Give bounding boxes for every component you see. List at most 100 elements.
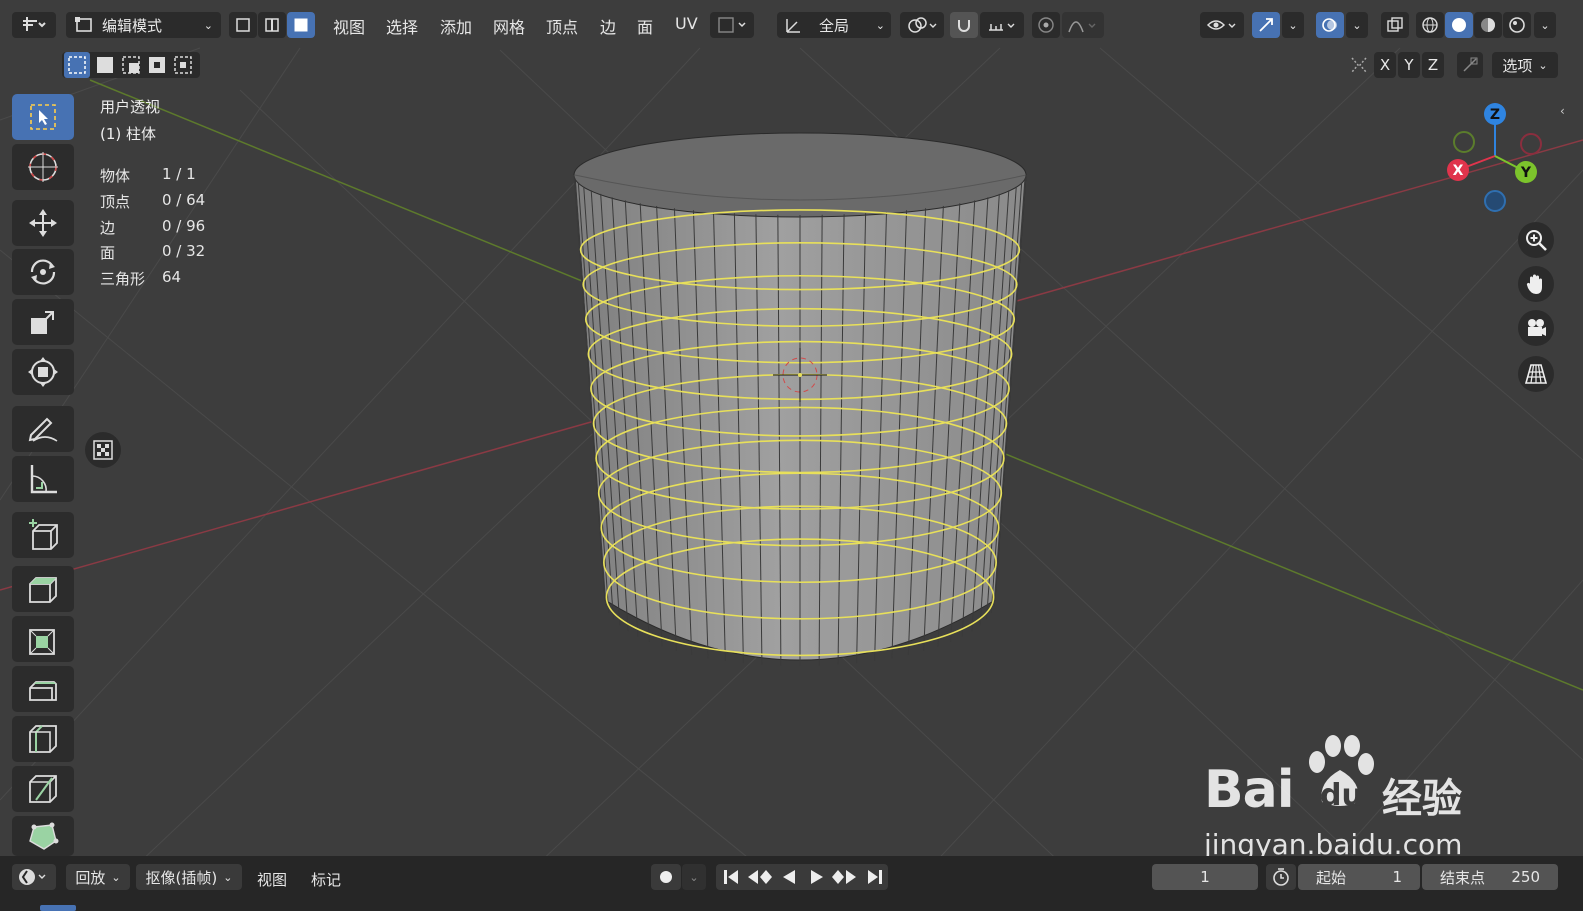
menu-vertex[interactable]: 顶点 — [546, 14, 578, 38]
options-dropdown[interactable]: 选项 ⌄ — [1492, 52, 1558, 78]
cursor-tool[interactable] — [12, 144, 74, 190]
timeline-view-menu[interactable]: 视图 — [257, 869, 287, 890]
solid-shading-button[interactable] — [1445, 12, 1473, 38]
box-select-subtract-icon[interactable] — [118, 52, 144, 78]
box-select-extend-icon[interactable] — [92, 52, 118, 78]
play-icon[interactable] — [804, 864, 830, 890]
auto-merge-button[interactable] — [1457, 52, 1483, 78]
select-mode-group — [229, 12, 315, 38]
pan-button[interactable] — [1518, 266, 1554, 302]
shading-dropdown[interactable]: ⌄ — [1534, 12, 1556, 38]
bevel-icon — [29, 681, 57, 701]
select-box-tool[interactable] — [12, 94, 74, 140]
vertex-select-icon — [236, 18, 250, 32]
material-shading-button[interactable] — [1474, 12, 1502, 38]
stat-row: 面 0 / 32 — [100, 242, 205, 263]
loop-cut-tool[interactable] — [12, 716, 74, 762]
knife-tool[interactable] — [12, 766, 74, 812]
zoom-button[interactable] — [1518, 222, 1554, 258]
playback-controls — [716, 864, 888, 890]
menu-edge[interactable]: 边 — [600, 14, 616, 38]
gizmo-toggle[interactable] — [1252, 12, 1280, 38]
playback-dropdown[interactable]: 回放 ⌄ — [66, 864, 130, 890]
camera-view-button[interactable] — [1518, 310, 1554, 346]
mirror-y-button[interactable]: Y — [1398, 52, 1420, 78]
timeline-marker-menu[interactable]: 标记 — [311, 869, 341, 890]
add-cube-tool[interactable] — [12, 512, 74, 558]
stat-row: 物体 1 / 1 — [100, 165, 196, 186]
annotate-tool[interactable] — [12, 406, 74, 452]
jump-start-icon[interactable] — [718, 864, 744, 890]
stat-row: 顶点 0 / 64 — [100, 191, 205, 212]
checker-toggle[interactable] — [85, 432, 121, 468]
menu-uv[interactable]: UV — [675, 14, 698, 33]
face-select-button[interactable] — [287, 12, 315, 38]
clock-icon — [19, 869, 46, 885]
auto-keying-toggle[interactable] — [651, 864, 681, 890]
end-frame-field[interactable]: 结束点 250 — [1422, 864, 1558, 890]
box-select-new-icon[interactable] — [64, 52, 90, 78]
play-reverse-icon[interactable] — [776, 864, 802, 890]
uv-options-button[interactable] — [710, 12, 754, 38]
bevel-tool[interactable] — [12, 666, 74, 712]
xray-toggle[interactable] — [1381, 12, 1409, 38]
menu-add[interactable]: 添加 — [440, 14, 472, 38]
mirror-z-button[interactable]: Z — [1422, 52, 1444, 78]
snap-toggle[interactable] — [950, 12, 978, 38]
auto-keying-dropdown[interactable]: ⌄ — [682, 864, 706, 890]
mirror-x-button[interactable]: X — [1374, 52, 1396, 78]
preview-range-toggle[interactable] — [1266, 864, 1296, 890]
rendered-shading-button[interactable] — [1503, 12, 1531, 38]
box-select-intersect-icon[interactable] — [170, 52, 196, 78]
extrude-tool[interactable] — [12, 566, 74, 612]
vertex-select-button[interactable] — [229, 12, 257, 38]
chevron-down-icon: ⌄ — [1288, 18, 1298, 32]
jump-end-icon[interactable] — [862, 864, 888, 890]
proportional-edit-toggle[interactable] — [1032, 12, 1060, 38]
hand-icon — [1526, 274, 1542, 294]
scale-tool[interactable] — [12, 299, 74, 345]
pivot-point-button[interactable] — [900, 12, 944, 38]
material-sphere-icon — [1481, 18, 1495, 32]
transform-tool[interactable] — [12, 349, 74, 395]
falloff-dropdown[interactable] — [1062, 12, 1104, 38]
menu-face[interactable]: 面 — [637, 14, 653, 38]
record-icon — [660, 871, 672, 883]
box-select-invert-icon[interactable] — [144, 52, 170, 78]
sidebar-toggle-arrow[interactable]: ‹ — [1560, 104, 1565, 118]
visibility-dropdown[interactable] — [1200, 12, 1244, 38]
navigation-gizmo[interactable]: Z X Y — [1440, 98, 1550, 218]
gizmo-x-label: X — [1453, 163, 1464, 179]
rotate-tool[interactable] — [12, 249, 74, 295]
transform-orientation-dropdown[interactable]: 全局 ⌄ — [777, 12, 891, 38]
snap-target-dropdown[interactable] — [980, 12, 1024, 38]
solid-sphere-icon — [1452, 18, 1466, 32]
overlays-dropdown[interactable]: ⌄ — [1346, 12, 1368, 38]
start-frame-field[interactable]: 起始 1 — [1298, 864, 1420, 890]
edit-mode-icon — [75, 17, 92, 32]
inset-tool[interactable] — [12, 616, 74, 662]
menu-select[interactable]: 选择 — [386, 14, 418, 38]
chevron-down-icon: ⌄ — [875, 18, 885, 32]
stopwatch-icon — [1273, 868, 1289, 886]
poly-build-icon — [29, 822, 59, 850]
next-keyframe-icon[interactable] — [830, 864, 860, 890]
wireframe-shading-button[interactable] — [1416, 12, 1444, 38]
menu-view[interactable]: 视图 — [333, 14, 365, 38]
falloff-curve-icon — [1068, 21, 1096, 33]
editor-type-button[interactable] — [12, 12, 56, 38]
current-frame-field[interactable]: 1 — [1152, 864, 1258, 890]
editor-type-button[interactable] — [12, 864, 56, 890]
transform-icon — [28, 357, 58, 387]
keying-dropdown[interactable]: 抠像(插帧) ⌄ — [136, 864, 242, 890]
menu-mesh[interactable]: 网格 — [493, 14, 525, 38]
perspective-toggle[interactable] — [1518, 356, 1554, 392]
prev-keyframe-icon[interactable] — [744, 864, 774, 890]
mode-dropdown[interactable]: 编辑模式 ⌄ — [66, 12, 221, 38]
gizmo-dropdown[interactable]: ⌄ — [1282, 12, 1304, 38]
move-tool[interactable] — [12, 200, 74, 246]
measure-tool[interactable] — [12, 456, 74, 502]
edge-select-button[interactable] — [258, 12, 286, 38]
poly-build-tool[interactable] — [12, 816, 74, 856]
overlays-toggle[interactable] — [1316, 12, 1344, 38]
